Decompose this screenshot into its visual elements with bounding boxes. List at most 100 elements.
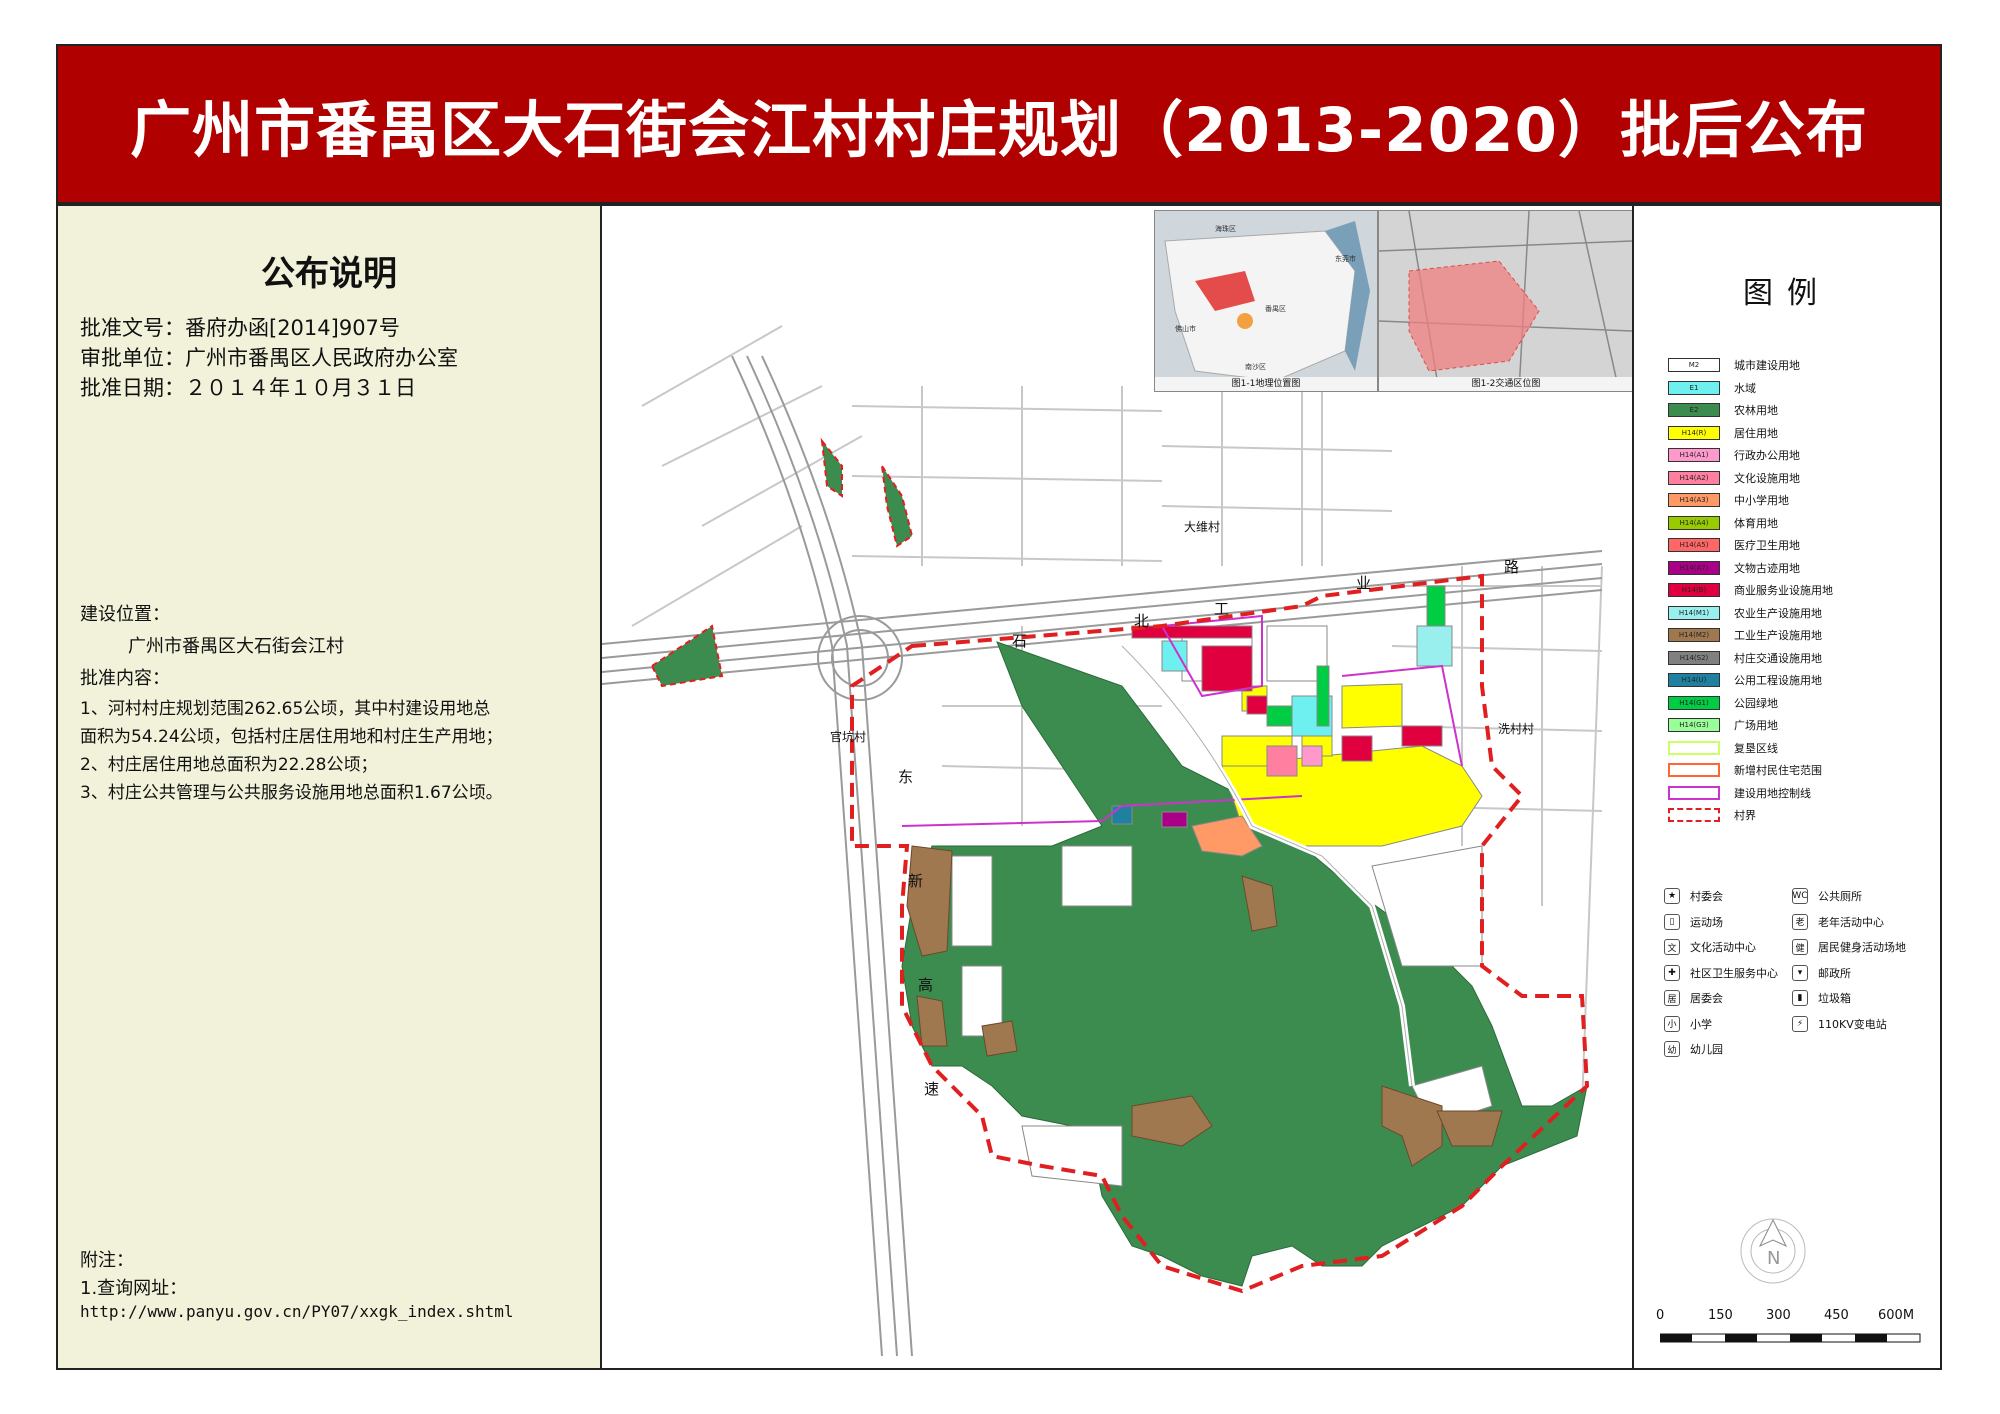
symbol-label: 小学 — [1690, 1017, 1712, 1031]
scale-label: 600M — [1878, 1308, 1915, 1323]
symbol-label: 居民健身活动场地 — [1818, 941, 1906, 954]
symbol-item: 居居委会 — [1664, 990, 1723, 1006]
symbol-label: 居委会 — [1690, 992, 1723, 1005]
scale-label: 300 — [1766, 1308, 1791, 1323]
legend-item: H14(G3) 广场用地 — [1668, 716, 1778, 734]
inset-label: 佛山市 — [1175, 324, 1196, 333]
facility-icon: ✚ — [1664, 964, 1680, 981]
legend-item: H14(S2) 村庄交通设施用地 — [1668, 649, 1822, 667]
legend-swatch: H14(G1) — [1668, 695, 1720, 710]
symbol-item: WC 公共厕所 — [1792, 888, 1862, 904]
road-name-char: 新 — [908, 872, 924, 890]
legend-panel: 图例 M2 城市建设用地 E1 水域 E2 农林用地 H14(R) 居住用地 H14(A1) 行政… — [1632, 204, 1942, 1370]
legend-item: H14(M1) 农业生产设施用地 — [1668, 604, 1822, 622]
traffic-inset: 图1-2交通区位图 — [1378, 210, 1632, 392]
legend-label: 医疗卫生用地 — [1734, 539, 1800, 552]
legend-swatch: E2 — [1668, 403, 1720, 417]
water — [1161, 640, 1188, 672]
symbol-label: 110KV变电站 — [1818, 1017, 1887, 1031]
urban-parcel — [951, 855, 993, 947]
agri-facility — [1416, 625, 1453, 667]
content-item: 2、村庄居住用地总面积为22.28公顷； — [80, 755, 378, 775]
road-name-char: 工 — [1214, 600, 1230, 618]
legend-swatch — [1668, 763, 1720, 777]
label-guankeng-village: 官坑村 — [830, 730, 867, 744]
legend-swatch — [1668, 740, 1720, 755]
approval-number: 批准文号：番府办函[2014]907号 — [80, 316, 400, 340]
symbol-item: 幼幼儿园 — [1664, 1041, 1723, 1057]
legend-swatch — [1668, 808, 1720, 822]
symbol-item: ▮ 垃圾箱 — [1792, 990, 1851, 1006]
symbol-item: ⚡ 110KV变电站 — [1792, 1015, 1887, 1032]
legend-label: 文化设施用地 — [1734, 471, 1800, 485]
symbol-item: 老老年活动中心 — [1792, 913, 1884, 930]
title-bar: 广州市番禺区大石街会江村村庄规划（2013-2020）批后公布 — [56, 44, 1942, 204]
facility-icon: ⚡ — [1792, 1015, 1808, 1032]
legend-label: 农业生产设施用地 — [1734, 606, 1822, 620]
inset1-caption: 图1-1地理位置图 — [1155, 377, 1377, 391]
admin-land — [1301, 745, 1323, 767]
location-inset-map: 海珠区 东莞市 番禺区 佛山市 南沙区 — [1155, 211, 1377, 391]
legend-item: 新增村民住宅范围 — [1668, 761, 1822, 779]
legend-label: 公园绿地 — [1734, 696, 1778, 710]
north-arrow-icon: N — [1740, 1218, 1806, 1284]
legend-swatch: H14(M2) — [1668, 628, 1720, 642]
legend-item: 村界 — [1668, 806, 1756, 824]
legend-item: H14(A2) 文化设施用地 — [1668, 469, 1800, 487]
road-name-char: 石 — [1012, 632, 1028, 650]
legend-label: 商业服务业设施用地 — [1734, 584, 1833, 597]
legend-title: 图例 — [1743, 276, 1831, 311]
traffic-inset-map — [1379, 211, 1632, 391]
approval-date: 批准日期：２０１４年１０月３１日 — [80, 376, 416, 400]
legend-label: 公用工程设施用地 — [1734, 674, 1822, 687]
legend-swatch: H14(G3) — [1668, 718, 1720, 732]
legend-label: 居住用地 — [1734, 426, 1778, 440]
legend-item: H14(A3) 中小学用地 — [1668, 491, 1789, 509]
facility-icon: ▯ — [1664, 913, 1680, 930]
scale-label: 450 — [1824, 1308, 1849, 1323]
legend-item: H14(A7) 文物古迹用地 — [1668, 559, 1800, 577]
legend-item: H14(G1) 公园绿地 — [1668, 694, 1778, 712]
legend-item: E1 水域 — [1668, 379, 1756, 397]
legend-swatch: H14(M1) — [1668, 605, 1720, 620]
facility-icon: 文 — [1664, 939, 1680, 955]
facility-icon: 小 — [1664, 1015, 1680, 1032]
legend-item: 复垦区线 — [1668, 739, 1778, 757]
facility-icon: 幼 — [1664, 1041, 1680, 1057]
scale-bar: 0 150 300 450 600M — [1656, 1306, 1926, 1326]
residential-land — [1341, 683, 1403, 729]
road-name-char: 速 — [924, 1080, 940, 1098]
legend-item: H14(A4) 体育用地 — [1668, 514, 1778, 532]
symbol-item: ★ 村委会 — [1664, 888, 1723, 904]
legend-label: 文物古迹用地 — [1734, 561, 1800, 575]
note-label: 附注： — [80, 1250, 134, 1271]
legend-swatch: H14(A7) — [1668, 560, 1720, 575]
symbol-label: 垃圾箱 — [1818, 992, 1851, 1005]
road-name-char: 高 — [918, 976, 934, 994]
label-xicun-village: 洗村村 — [1498, 722, 1535, 736]
facility-icon: ▾ — [1792, 964, 1808, 981]
scale-bar-graphic — [1660, 1333, 1921, 1343]
north-letter: N — [1767, 1248, 1780, 1269]
legend-swatch: H14(A5) — [1668, 538, 1720, 552]
note-item: 1.查询网址： — [80, 1278, 188, 1299]
legend-swatch: M2 — [1668, 358, 1720, 372]
inset-label: 海珠区 — [1215, 224, 1236, 233]
legend-swatch: H14(A3) — [1668, 493, 1720, 507]
content-item: 面积为54.24公顷，包括村庄居住用地和村庄生产用地； — [80, 727, 503, 747]
inset2-caption: 图1-2交通区位图 — [1379, 377, 1632, 391]
symbol-label: 老年活动中心 — [1818, 915, 1884, 929]
legend-item: 建设用地控制线 — [1668, 784, 1811, 802]
heritage-land — [1161, 811, 1188, 828]
symbol-label: 社区卫生服务中心 — [1690, 966, 1778, 980]
urban-parcel — [1021, 1125, 1123, 1187]
inset-label: 番禺区 — [1265, 305, 1286, 313]
notice-heading: 公布说明 — [261, 254, 397, 294]
facility-icon: 居 — [1664, 990, 1680, 1006]
note-url[interactable]: http://www.panyu.gov.cn/PY07/xxgk_index.… — [80, 1302, 513, 1321]
inset-label: 东莞市 — [1335, 254, 1356, 263]
facility-icon: ▮ — [1792, 990, 1808, 1006]
symbol-label: 村委会 — [1690, 890, 1723, 903]
facility-icon: ★ — [1664, 888, 1680, 904]
legend-swatch: E1 — [1668, 380, 1720, 395]
